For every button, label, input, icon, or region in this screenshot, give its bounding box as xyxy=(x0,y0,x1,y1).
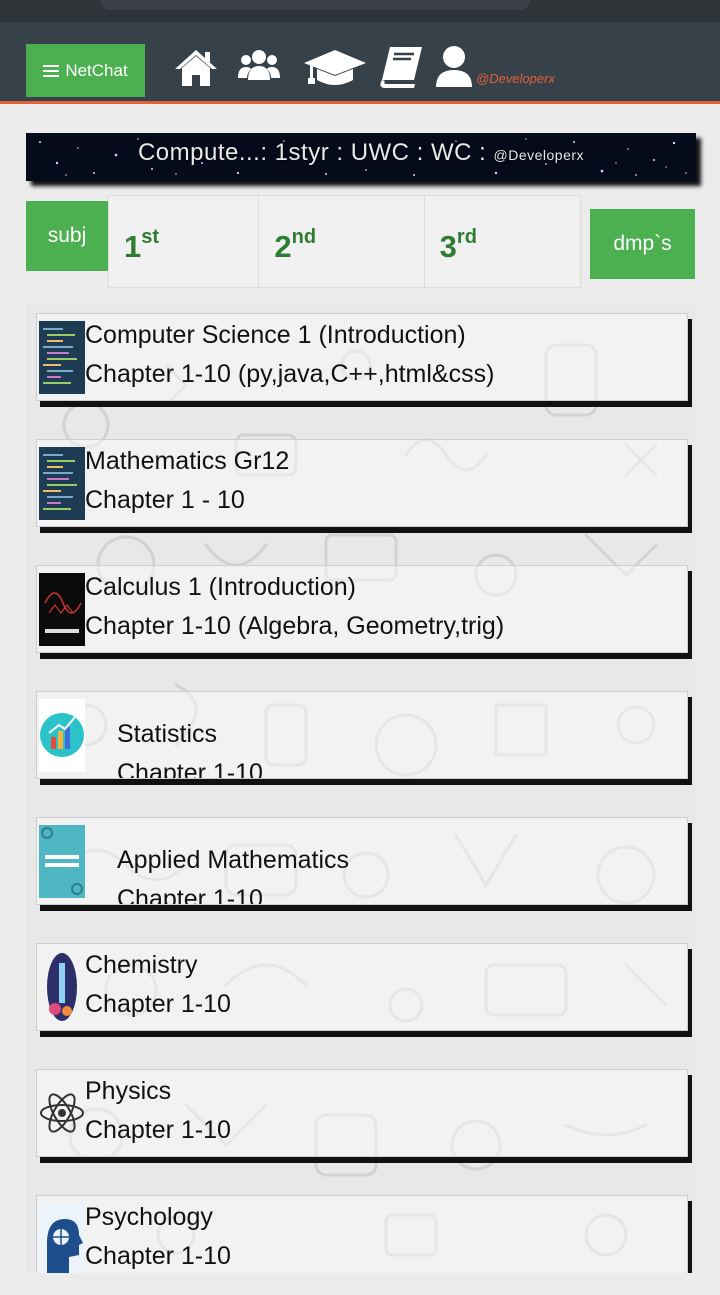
course-card[interactable]: Mathematics Gr12 Chapter 1 - 10 xyxy=(36,439,688,527)
brain-head-icon xyxy=(39,1203,85,1273)
brand-label: NetChat xyxy=(65,60,128,80)
course-subtitle: Chapter 1-10 xyxy=(117,885,263,905)
book-icon[interactable] xyxy=(378,44,426,90)
tab-year-3-suffix: rd xyxy=(456,226,477,248)
tab-year-3[interactable]: 3rd xyxy=(425,196,580,287)
hamburger-icon xyxy=(43,64,60,77)
tab-year-1-number: 1 xyxy=(124,229,142,264)
statistics-chart-icon xyxy=(39,699,85,772)
course-title: Mathematics Gr12 xyxy=(85,447,290,475)
course-card[interactable]: Calculus 1 (Introduction) Chapter 1-10 (… xyxy=(36,565,688,653)
tab-year-2-suffix: nd xyxy=(291,226,317,248)
top-navbar: NetChat @Developerx xyxy=(0,22,720,104)
course-card[interactable]: Computer Science 1 (Introduction) Chapte… xyxy=(36,313,688,401)
course-card[interactable]: Chemistry Chapter 1-10 xyxy=(36,943,688,1031)
course-card[interactable]: Statistics Chapter 1-10 xyxy=(36,691,688,779)
course-card[interactable]: Physics Chapter 1-10 xyxy=(36,1069,688,1157)
users-icon[interactable] xyxy=(237,44,281,90)
applied-mathematics-icon xyxy=(39,825,85,898)
atom-icon xyxy=(40,1093,84,1133)
course-subtitle: Chapter 1 - 10 xyxy=(85,486,245,514)
banner-title: Compute...: 1styr : UWC : WC : @Develope… xyxy=(26,139,696,167)
course-card[interactable]: Applied Mathematics Chapter 1-10 xyxy=(36,817,688,905)
tab-year-3-number: 3 xyxy=(439,229,457,264)
year-tabs: 1st 2nd 3rd xyxy=(108,195,581,288)
course-title: Psychology xyxy=(85,1203,213,1231)
banner-text: Compute...: 1styr : UWC : WC : xyxy=(137,139,487,166)
user-icon[interactable] xyxy=(435,44,473,90)
calculus-thumbnail-icon xyxy=(39,573,85,646)
course-list: Computer Science 1 (Introduction) Chapte… xyxy=(26,305,695,1273)
course-title: Calculus 1 (Introduction) xyxy=(85,573,356,601)
code-thumbnail-icon xyxy=(39,447,85,520)
course-card[interactable]: Psychology Chapter 1-10 xyxy=(36,1195,688,1273)
home-icon[interactable] xyxy=(173,44,219,90)
course-subtitle: Chapter 1-10 xyxy=(85,1116,231,1144)
course-title: Chemistry xyxy=(85,951,198,979)
course-banner: Compute...: 1styr : UWC : WC : @Develope… xyxy=(26,133,696,181)
banner-handle: @Developerx xyxy=(493,147,585,163)
developer-handle[interactable]: @Developerx xyxy=(476,71,555,86)
course-subtitle: Chapter 1-10 xyxy=(85,990,231,1018)
graduation-cap-icon[interactable] xyxy=(302,44,368,90)
course-subtitle: Chapter 1-10 (py,java,C++,html&css) xyxy=(85,360,495,388)
tab-year-1-suffix: st xyxy=(141,226,160,248)
system-status-bar xyxy=(0,0,720,22)
course-title: Computer Science 1 (Introduction) xyxy=(85,321,466,349)
course-subtitle: Chapter 1-10 (Algebra, Geometry,trig) xyxy=(85,612,505,640)
netchat-menu-button[interactable]: NetChat xyxy=(26,44,145,97)
tab-subjects[interactable]: subj xyxy=(26,201,108,271)
code-thumbnail-icon xyxy=(39,321,85,394)
course-title: Physics xyxy=(85,1077,172,1105)
chemistry-flask-icon xyxy=(47,953,77,1021)
course-subtitle: Chapter 1-10 xyxy=(117,759,263,779)
tab-year-2-number: 2 xyxy=(274,229,292,264)
tab-dumps[interactable]: dmp`s xyxy=(590,209,695,279)
course-title: Applied Mathematics xyxy=(117,846,350,874)
tab-year-1[interactable]: 1st xyxy=(109,196,260,287)
tab-year-2[interactable]: 2nd xyxy=(259,196,425,287)
course-subtitle: Chapter 1-10 xyxy=(85,1242,231,1270)
status-bar-notch xyxy=(100,0,530,10)
course-title: Statistics xyxy=(117,720,218,748)
